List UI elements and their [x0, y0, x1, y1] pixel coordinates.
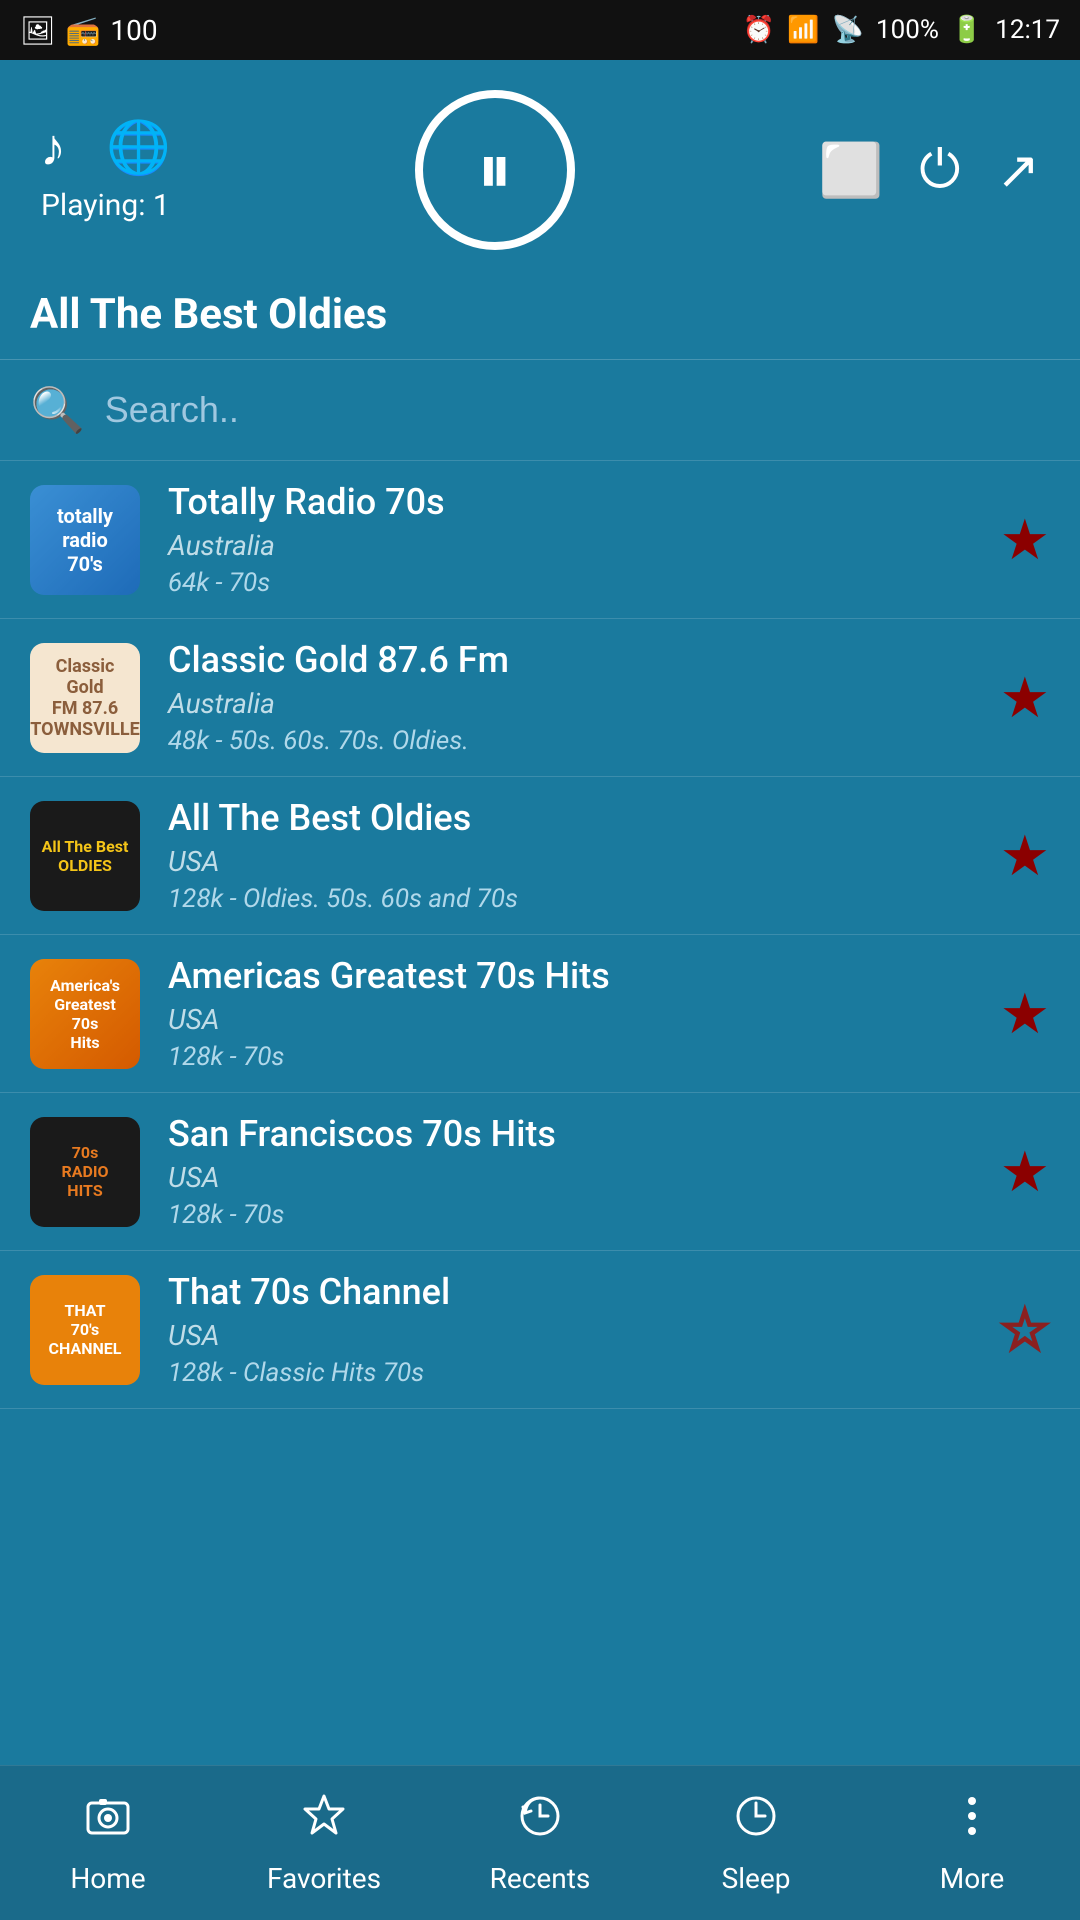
player-header: ♪ 🌐 Playing: 1 ⏸ ⬜ ⏻ ↗ — [0, 60, 1080, 270]
station-item-4[interactable]: America's Greatest 70s Hits Americas Grea… — [0, 935, 1080, 1093]
status-bar: 🖼 📻 100 ⏰ 📶 📡 100% 🔋 12:17 — [0, 0, 1080, 60]
status-signal-icon: 📡 — [832, 15, 864, 45]
station-logo-1: totally radio 70's — [30, 485, 140, 595]
station-logo-3: All The Best OLDIES — [30, 801, 140, 911]
station-item-2[interactable]: Classic Gold FM 87.6 TOWNSVILLE Classic G… — [0, 619, 1080, 777]
status-battery: 100% — [876, 15, 939, 45]
sleep-clock-icon — [731, 1791, 781, 1854]
nav-more-label: More — [940, 1862, 1005, 1895]
station-name-3: All The Best Oldies — [168, 797, 980, 839]
nav-recents[interactable]: Recents — [432, 1791, 648, 1895]
pause-button[interactable]: ⏸ — [415, 90, 575, 250]
globe-icon[interactable]: 🌐 — [106, 117, 171, 178]
share-icon[interactable]: ↗ — [996, 140, 1040, 201]
search-bar: 🔍 — [0, 360, 1080, 461]
station-country-6: USA — [168, 1319, 980, 1352]
bottom-navigation: Home Favorites Recents Sleep — [0, 1765, 1080, 1920]
home-camera-icon — [83, 1791, 133, 1854]
nav-favorites[interactable]: Favorites — [216, 1791, 432, 1895]
status-radio-icon: 📻 — [66, 14, 101, 47]
station-item-5[interactable]: 70s RADIO HITS San Franciscos 70s Hits USA… — [0, 1093, 1080, 1251]
nav-recents-label: Recents — [490, 1862, 591, 1895]
station-list: totally radio 70's Totally Radio 70s Austr… — [0, 461, 1080, 1746]
station-country-1: Australia — [168, 529, 980, 562]
recents-history-icon — [515, 1791, 565, 1854]
station-favorite-3[interactable]: ★ — [1000, 823, 1050, 889]
nav-more[interactable]: More — [864, 1791, 1080, 1895]
station-logo-6: THAT 70's CHANNEL — [30, 1275, 140, 1385]
station-name-4: Americas Greatest 70s Hits — [168, 955, 980, 997]
music-icon[interactable]: ♪ — [40, 117, 66, 178]
station-country-5: USA — [168, 1161, 980, 1194]
status-wifi-icon: 📶 — [787, 15, 819, 45]
nav-sleep-label: Sleep — [722, 1862, 791, 1895]
station-title-text: All The Best Oldies — [30, 290, 387, 339]
station-item-6[interactable]: THAT 70's CHANNEL That 70s Channel USA 128k… — [0, 1251, 1080, 1409]
stop-icon[interactable]: ⬜ — [819, 140, 884, 201]
more-dots-icon — [947, 1791, 997, 1854]
playing-label: Playing: 1 — [41, 188, 170, 223]
station-favorite-5[interactable]: ★ — [1000, 1139, 1050, 1205]
station-name-6: That 70s Channel — [168, 1271, 980, 1313]
station-info-5: San Franciscos 70s Hits USA 128k - 70s — [168, 1113, 980, 1230]
status-count: 100 — [110, 14, 157, 47]
station-country-4: USA — [168, 1003, 980, 1036]
station-info-3: All The Best Oldies USA 128k - Oldies. 50s… — [168, 797, 980, 914]
station-meta-3: 128k - Oldies. 50s. 60s and 70s — [168, 884, 980, 914]
station-item-3[interactable]: All The Best OLDIES All The Best Oldies US… — [0, 777, 1080, 935]
station-meta-2: 48k - 50s. 60s. 70s. Oldies. — [168, 726, 980, 756]
station-logo-5: 70s RADIO HITS — [30, 1117, 140, 1227]
nav-sleep[interactable]: Sleep — [648, 1791, 864, 1895]
station-info-6: That 70s Channel USA 128k - Classic Hits 7… — [168, 1271, 980, 1388]
power-icon[interactable]: ⏻ — [919, 139, 960, 201]
station-favorite-4[interactable]: ★ — [1000, 981, 1050, 1047]
nav-home-label: Home — [70, 1862, 145, 1895]
station-meta-1: 64k - 70s — [168, 568, 980, 598]
status-time: 12:17 — [995, 15, 1060, 45]
pause-icon: ⏸ — [477, 135, 512, 205]
station-info-4: Americas Greatest 70s Hits USA 128k - 70s — [168, 955, 980, 1072]
station-country-2: Australia — [168, 687, 980, 720]
search-input[interactable] — [105, 389, 1050, 431]
current-station-title: All The Best Oldies — [0, 270, 1080, 360]
station-item-1[interactable]: totally radio 70's Totally Radio 70s Austr… — [0, 461, 1080, 619]
station-name-1: Totally Radio 70s — [168, 481, 980, 523]
status-photo-icon: 🖼 — [20, 14, 56, 47]
favorites-star-icon — [299, 1791, 349, 1854]
station-logo-2: Classic Gold FM 87.6 TOWNSVILLE — [30, 643, 140, 753]
status-alarm-icon: ⏰ — [743, 15, 775, 45]
station-info-2: Classic Gold 87.6 Fm Australia 48k - 50s. … — [168, 639, 980, 756]
station-meta-6: 128k - Classic Hits 70s — [168, 1358, 980, 1388]
station-logo-4: America's Greatest 70s Hits — [30, 959, 140, 1069]
station-info-1: Totally Radio 70s Australia 64k - 70s — [168, 481, 980, 598]
nav-home[interactable]: Home — [0, 1791, 216, 1895]
status-battery-icon: 🔋 — [951, 15, 983, 45]
station-country-3: USA — [168, 845, 980, 878]
station-name-2: Classic Gold 87.6 Fm — [168, 639, 980, 681]
station-favorite-6[interactable]: ☆ — [1000, 1297, 1050, 1363]
station-meta-4: 128k - 70s — [168, 1042, 980, 1072]
nav-favorites-label: Favorites — [267, 1862, 381, 1895]
station-favorite-2[interactable]: ★ — [1000, 665, 1050, 731]
station-meta-5: 128k - 70s — [168, 1200, 980, 1230]
search-icon: 🔍 — [30, 384, 85, 436]
station-name-5: San Franciscos 70s Hits — [168, 1113, 980, 1155]
station-favorite-1[interactable]: ★ — [1000, 507, 1050, 573]
